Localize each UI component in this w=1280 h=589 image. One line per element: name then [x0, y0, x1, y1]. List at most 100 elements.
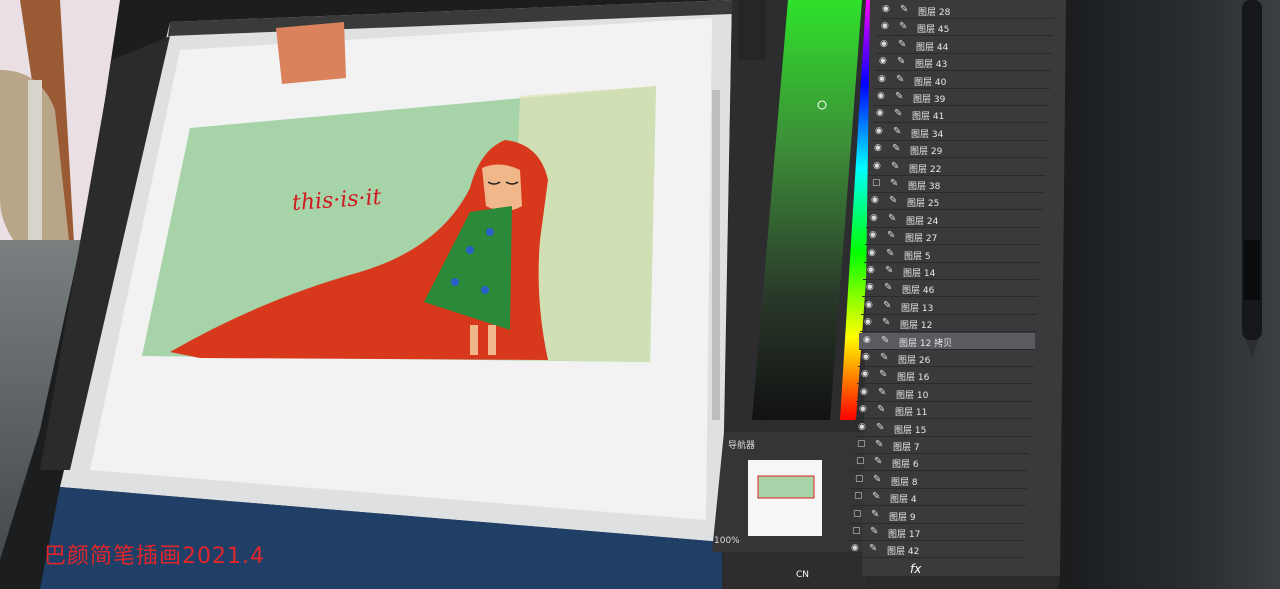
- eye-icon[interactable]: ◉: [882, 5, 892, 14]
- brush-icon: ✎: [871, 508, 880, 520]
- brush-icon: ✎: [891, 160, 900, 172]
- layer-row[interactable]: ▢ ✎ 图层 38: [868, 176, 1044, 193]
- stylus-pen: [1242, 0, 1262, 358]
- layer-row[interactable]: ▢ ✎ 图层 6: [852, 454, 1028, 472]
- layer-row[interactable]: ◉ ✎ 图层 41: [872, 106, 1048, 124]
- brush-icon: ✎: [892, 143, 901, 155]
- layer-row[interactable]: ◉ ✎ 图层 43: [875, 54, 1051, 72]
- eye-icon[interactable]: ◉: [860, 387, 870, 397]
- layer-row[interactable]: ▢ ✎ 图层 8: [851, 472, 1027, 489]
- brush-icon: ✎: [890, 178, 899, 189]
- visibility-empty-icon[interactable]: ▢: [853, 509, 863, 519]
- navigator-title: 导航器: [728, 441, 756, 451]
- eye-icon[interactable]: ◉: [871, 196, 881, 205]
- monitor-display: [0, 0, 1075, 589]
- brush-icon: ✎: [885, 265, 894, 276]
- eye-icon[interactable]: ◉: [880, 39, 890, 49]
- eye-icon[interactable]: ◉: [867, 266, 877, 275]
- layer-label: 图层 46: [902, 286, 935, 297]
- eye-icon[interactable]: ◉: [874, 144, 884, 153]
- layer-row[interactable]: ◉ ✎ 图层 22: [869, 159, 1045, 176]
- eye-icon[interactable]: ◉: [879, 57, 889, 66]
- layer-row[interactable]: ◉ ✎ 图层 25: [867, 193, 1043, 211]
- eye-icon[interactable]: ◉: [881, 22, 891, 31]
- eye-icon[interactable]: ◉: [866, 283, 876, 292]
- layer-row[interactable]: ▢ ✎ 图层 9: [849, 507, 1025, 524]
- layer-label: 图层 27: [905, 234, 938, 245]
- layer-row[interactable]: ◉ ✎ 图层 11: [855, 402, 1031, 420]
- brush-icon: ✎: [881, 334, 890, 346]
- layer-label: 图层 45: [917, 25, 950, 36]
- layer-label: 图层 13: [901, 303, 934, 314]
- eye-icon[interactable]: ◉: [859, 405, 869, 414]
- layer-row[interactable]: ▢ ✎ 图层 4: [850, 489, 1026, 507]
- layer-row[interactable]: ▢ ✎ 图层 17: [848, 524, 1024, 541]
- layer-label: 图层 17: [888, 530, 921, 540]
- layer-row[interactable]: ◉ ✎ 图层 27: [865, 228, 1041, 246]
- layer-row[interactable]: ◉ ✎ 图层 34: [871, 124, 1047, 141]
- visibility-empty-icon[interactable]: ▢: [854, 492, 864, 501]
- layer-label: 图层 16: [897, 373, 930, 384]
- brush-icon: ✎: [874, 456, 883, 468]
- eye-icon[interactable]: ◉: [851, 544, 861, 553]
- layer-row[interactable]: ◉ ✎ 图层 14: [863, 263, 1039, 280]
- layer-row[interactable]: ◉ ✎ 图层 46: [862, 280, 1038, 298]
- eye-icon[interactable]: ◉: [868, 248, 878, 258]
- brush-icon: ✎: [878, 386, 887, 398]
- layer-row[interactable]: ◉ ✎ 图层 24: [866, 211, 1042, 228]
- eye-icon[interactable]: ◉: [873, 161, 883, 171]
- layer-row[interactable]: ◉ ✎ 图层 29: [870, 141, 1046, 159]
- eye-icon[interactable]: ◉: [875, 126, 885, 136]
- zoom-level[interactable]: 100%: [714, 536, 740, 546]
- tray-language[interactable]: CN: [796, 570, 809, 580]
- brush-icon: ✎: [889, 195, 898, 207]
- layer-label: 图层 41: [912, 112, 945, 123]
- eye-icon[interactable]: ◉: [877, 92, 887, 101]
- layer-label: 图层 12 拷贝: [899, 338, 953, 349]
- layer-row[interactable]: ◉ ✎ 图层 44: [876, 37, 1052, 54]
- visibility-empty-icon[interactable]: ▢: [856, 457, 866, 466]
- layer-row[interactable]: ◉ ✎ 图层 13: [861, 298, 1037, 315]
- brush-icon: ✎: [877, 404, 886, 416]
- visibility-empty-icon[interactable]: ▢: [872, 179, 882, 188]
- layer-row[interactable]: ◉ ✎ 图层 26: [858, 350, 1034, 367]
- eye-icon[interactable]: ◉: [863, 335, 873, 345]
- eye-icon[interactable]: ◉: [862, 353, 872, 362]
- brush-icon: ✎: [882, 317, 891, 329]
- layer-row[interactable]: ◉ ✎ 图层 45: [877, 19, 1053, 37]
- eye-icon[interactable]: ◉: [869, 231, 879, 240]
- visibility-empty-icon[interactable]: ▢: [855, 474, 865, 484]
- layer-label: 图层 7: [893, 443, 920, 453]
- layer-row[interactable]: ◉ ✎ 图层 39: [873, 89, 1049, 106]
- layer-row[interactable]: ◉ ✎ 图层 40: [874, 72, 1050, 89]
- eye-icon[interactable]: ◉: [865, 300, 875, 310]
- layer-row[interactable]: ◉ ✎ 图层 42: [847, 541, 1023, 559]
- eye-icon[interactable]: ◉: [858, 422, 868, 432]
- layer-label: 图层 12: [900, 321, 933, 332]
- brush-icon: ✎: [895, 91, 904, 102]
- layer-label: 图层 11: [895, 408, 928, 419]
- brush-icon: ✎: [883, 299, 892, 311]
- eye-icon[interactable]: ◉: [876, 109, 886, 118]
- brush-icon: ✎: [879, 369, 888, 381]
- eye-icon[interactable]: ◉: [870, 213, 880, 223]
- layer-row[interactable]: ◉ ✎ 图层 12 拷贝: [859, 332, 1035, 350]
- layer-row[interactable]: ◉ ✎ 图层 12: [860, 315, 1036, 333]
- brush-icon: ✎: [870, 526, 879, 537]
- fx-icon[interactable]: fx: [910, 562, 921, 576]
- layer-row[interactable]: ◉ ✎ 图层 16: [857, 367, 1033, 385]
- eye-icon[interactable]: ◉: [864, 318, 874, 327]
- layer-row[interactable]: ◉ ✎ 图层 5: [864, 246, 1040, 263]
- eye-icon[interactable]: ◉: [861, 370, 871, 379]
- layer-label: 图层 42: [887, 547, 920, 558]
- eye-icon[interactable]: ◉: [878, 74, 888, 84]
- layer-row[interactable]: ◉ ✎ 图层 28: [878, 2, 1054, 19]
- visibility-empty-icon[interactable]: ▢: [857, 440, 867, 449]
- visibility-empty-icon[interactable]: ▢: [852, 527, 862, 536]
- layer-row[interactable]: ▢ ✎ 图层 7: [853, 437, 1029, 454]
- layer-row[interactable]: ◉ ✎ 图层 10: [856, 385, 1032, 402]
- layer-label: 图层 44: [916, 42, 949, 53]
- brush-icon: ✎: [873, 473, 882, 485]
- layer-row[interactable]: ◉ ✎ 图层 15: [854, 420, 1030, 437]
- brush-icon: ✎: [893, 125, 902, 137]
